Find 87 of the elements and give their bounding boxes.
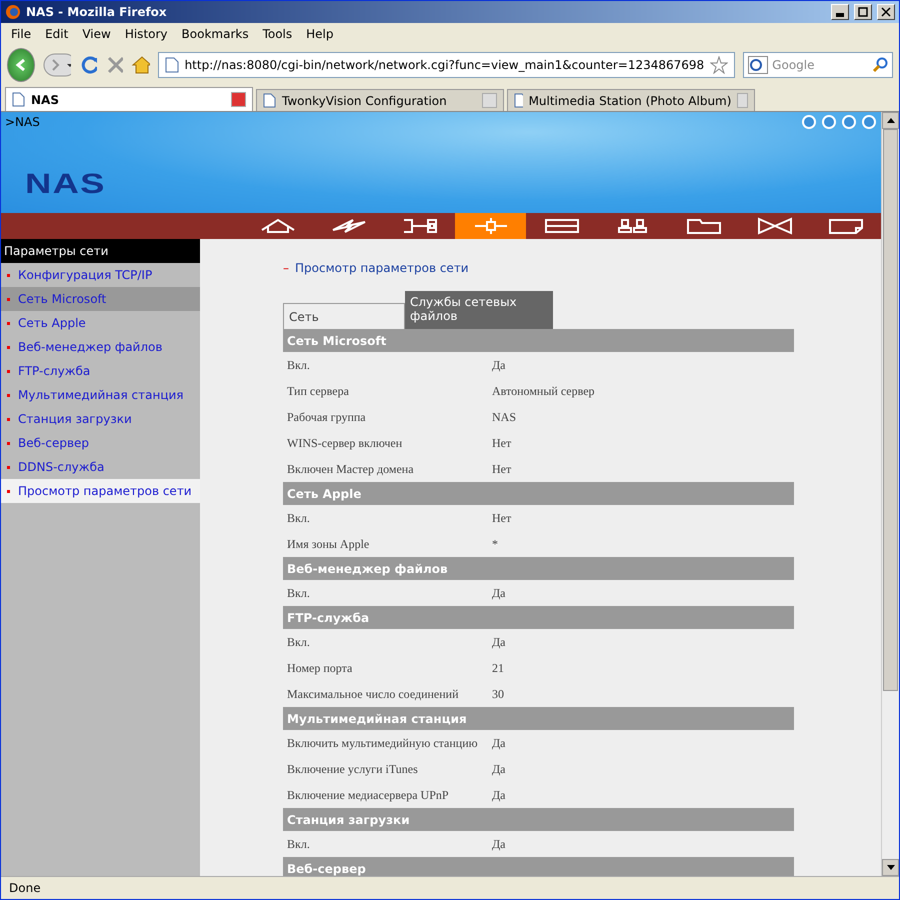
menu-item[interactable]: Edit — [39, 25, 74, 43]
setting-value: Нет — [492, 510, 512, 526]
close-icon — [881, 7, 891, 17]
sidebar-item[interactable]: Просмотр параметров сети — [1, 479, 200, 503]
setting-value: Да — [492, 586, 506, 600]
forward-icon[interactable] — [43, 53, 72, 77]
setting-label: Включить мультимедийную станцию — [286, 736, 479, 750]
setting-value: Да — [492, 788, 506, 802]
setting-value: 21 — [492, 660, 504, 676]
setting-label: Включен Мастер домена — [286, 462, 415, 476]
menu-item[interactable]: File — [5, 25, 38, 43]
menu-item[interactable]: Help — [300, 25, 340, 43]
close-tab-button[interactable] — [231, 92, 246, 107]
setting-value: Нет — [492, 436, 512, 450]
status-text: Done — [1, 876, 899, 899]
setting-label: WINS-сервер включен — [286, 436, 404, 450]
close-button[interactable] — [877, 4, 895, 20]
back-button[interactable] — [7, 48, 36, 82]
sidebar-title: Параметры сети — [1, 239, 200, 263]
folder-icon — [686, 216, 722, 236]
network-icon — [472, 216, 508, 236]
setting-value: Да — [492, 634, 506, 650]
search-field[interactable]: Google — [743, 52, 893, 78]
key-icon — [402, 216, 438, 236]
section-header: FTP-служба — [283, 606, 794, 629]
setting-label: Максимальное число соединений — [286, 686, 460, 702]
setting-label: Тип сервера — [286, 384, 350, 398]
page-icon — [514, 93, 523, 108]
setting-value: Нет — [492, 462, 512, 476]
logo: NAS — [25, 168, 107, 200]
setting-label: Включение медиасервера UPnP — [286, 788, 450, 802]
down-arrow-icon[interactable] — [886, 865, 894, 870]
minimize-icon — [836, 12, 844, 16]
search-engine-icon — [748, 56, 768, 74]
breadcrumb: >NAS — [5, 115, 40, 129]
setting-label: Номер порта — [286, 660, 354, 676]
setting-value: NAS — [492, 410, 516, 424]
setting-value: Да — [492, 736, 506, 750]
setting-label: Вкл. — [286, 358, 311, 372]
link-marker: – — [283, 261, 289, 275]
setting-value: Автономный сервер — [492, 384, 595, 398]
stop-icon[interactable] — [105, 54, 124, 76]
browser-tab[interactable]: Multimedia Station (Photo Album) — [507, 89, 755, 111]
drive-icon — [544, 216, 580, 236]
star-icon[interactable] — [710, 56, 728, 74]
menu-item[interactable]: Tools — [256, 25, 298, 43]
menu-item[interactable]: Bookmarks — [176, 25, 255, 43]
reload-icon[interactable] — [79, 54, 98, 76]
section-link[interactable]: Просмотр параметров сети — [295, 261, 469, 275]
scrollbar[interactable] — [881, 112, 899, 876]
setting-label: Вкл. — [286, 634, 311, 650]
menu-item[interactable]: View — [76, 25, 117, 43]
page-icon — [12, 92, 25, 107]
menu-item[interactable]: History — [118, 25, 174, 43]
page-icon — [164, 57, 179, 73]
tab[interactable]: Сеть — [283, 303, 405, 329]
address-field[interactable]: http://nas:8080/cgi-bin/network/network.cgi?func=view_main1&counter=1234867698 — [158, 52, 736, 78]
section-header: Веб-менеджер файлов — [283, 557, 794, 580]
minimize-button[interactable] — [831, 4, 849, 20]
window-title: NAS - Mozilla Firefox — [26, 5, 168, 19]
maximize-button[interactable] — [854, 4, 872, 20]
section-header: Сеть Apple — [283, 482, 794, 505]
note-icon — [828, 216, 864, 236]
setting-label: Рабочая группа — [286, 410, 367, 424]
setting-label: Вкл. — [286, 836, 311, 852]
bowtie-icon — [756, 216, 792, 236]
setting-label: Включение услуги iTunes — [286, 762, 419, 776]
section-header: Сеть Microsoft — [283, 329, 794, 352]
setting-value: Да — [492, 762, 506, 776]
setting-value: Да — [492, 358, 506, 372]
section-header: Станция загрузки — [283, 808, 794, 831]
page-icon — [263, 93, 276, 108]
section-header: Мультимедийная станция — [283, 707, 794, 730]
browser-tab[interactable]: TwonkyVision Configuration — [256, 89, 504, 111]
sidebar-item[interactable]: Сеть Microsoft — [1, 287, 200, 311]
search-icon[interactable] — [872, 57, 888, 73]
section-header: Веб-сервер — [283, 857, 794, 876]
maximize-icon — [858, 7, 868, 17]
setting-label: Имя зоны Apple — [286, 536, 370, 552]
tab[interactable]: Службы сетевых файлов — [405, 291, 553, 329]
setting-label: Вкл. — [286, 510, 311, 526]
browser-logo-icon — [5, 4, 21, 20]
setting-value: * — [492, 536, 498, 552]
setting-value: Да — [492, 836, 506, 852]
setting-value: 30 — [492, 686, 504, 702]
setting-label: Вкл. — [286, 586, 311, 600]
browser-tab[interactable]: NAS — [5, 87, 253, 111]
